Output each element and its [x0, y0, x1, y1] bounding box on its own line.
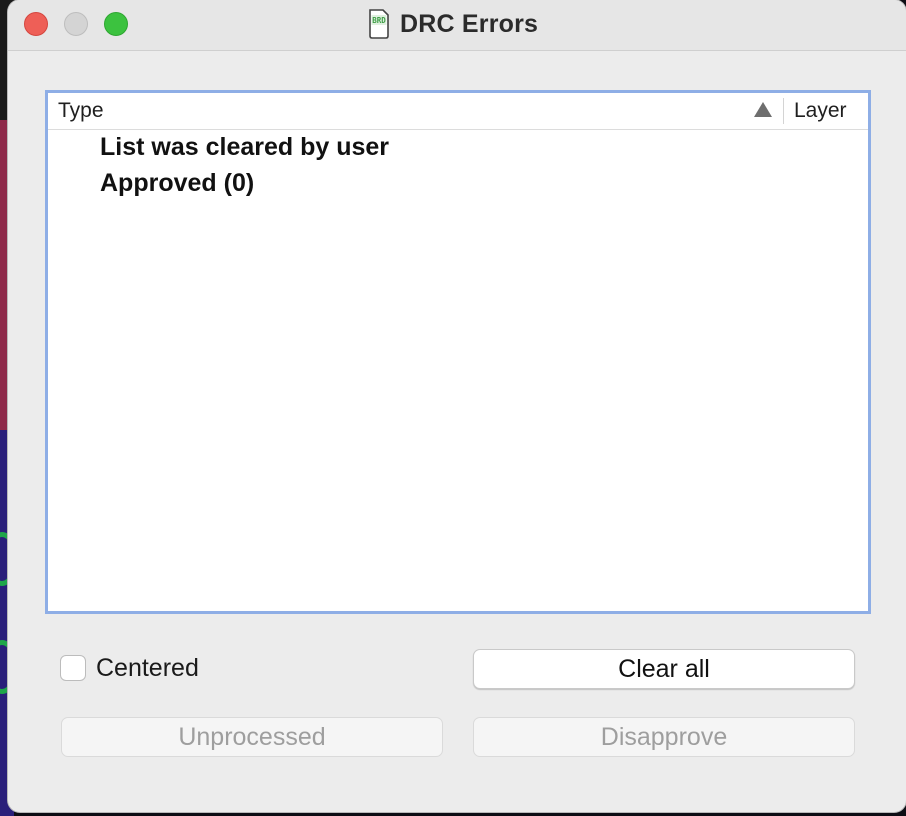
centered-checkbox[interactable] [60, 655, 86, 681]
column-divider[interactable] [783, 98, 784, 124]
centered-label[interactable]: Centered [96, 654, 199, 683]
brd-document-icon: BRD [369, 9, 389, 39]
clear-all-button[interactable]: Clear all [473, 649, 855, 689]
sort-ascending-icon[interactable] [754, 102, 772, 117]
window-title-group: BRD DRC Errors [368, 7, 538, 41]
column-header-layer[interactable]: Layer [794, 99, 847, 123]
list-header: Type Layer [48, 93, 868, 130]
column-header-type[interactable]: Type [58, 99, 104, 123]
svg-text:BRD: BRD [372, 16, 386, 25]
drc-error-list[interactable]: Type Layer List was cleared by user Appr… [45, 90, 871, 614]
unprocessed-button[interactable]: Unprocessed [61, 717, 443, 757]
disapprove-button[interactable]: Disapprove [473, 717, 855, 757]
close-window-button[interactable] [24, 12, 48, 36]
window-title: DRC Errors [400, 9, 539, 38]
zoom-window-button[interactable] [104, 12, 128, 36]
drc-errors-dialog: BRD DRC Errors Type Layer List was clear… [8, 0, 906, 812]
centered-option[interactable]: Centered [60, 654, 199, 682]
list-item[interactable]: List was cleared by user [100, 133, 389, 162]
minimize-window-button[interactable] [64, 12, 88, 36]
list-item[interactable]: Approved (0) [100, 169, 254, 198]
title-bar: BRD DRC Errors [8, 0, 906, 51]
